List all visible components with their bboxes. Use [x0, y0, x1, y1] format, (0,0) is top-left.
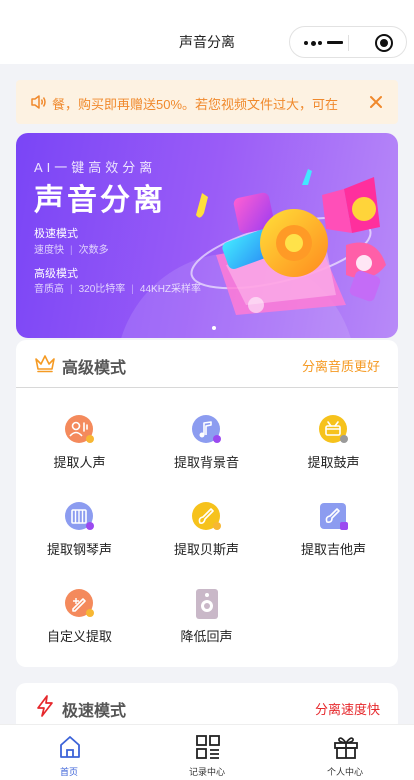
feature-custom-extract[interactable]: 自定义提取 — [16, 588, 143, 648]
lightning-icon — [37, 695, 53, 717]
banner-title: 声音分离 — [34, 184, 166, 217]
feature-extract-bass[interactable]: 提取贝斯声 — [143, 501, 270, 561]
gift-icon — [334, 737, 358, 759]
mode1-feature: 次数多 — [78, 245, 109, 256]
capsule-divider — [348, 35, 349, 51]
speaker-icon — [196, 589, 218, 619]
minimize-icon[interactable] — [327, 41, 343, 44]
grid-list-icon — [196, 735, 220, 759]
feature-label: 提取鼓声 — [307, 455, 360, 470]
banner-mode1-title: 极速模式 — [34, 228, 78, 240]
tab-label: 首页 — [59, 767, 78, 777]
tab-label: 记录中心 — [188, 767, 225, 777]
nav-bar: 声音分离 — [0, 0, 414, 64]
close-icon[interactable] — [366, 92, 386, 112]
fast-mode-tagline: 分离速度快 — [314, 702, 380, 717]
advanced-mode-card: 高级模式 分离音质更好 提取人声 提取背景音 提取鼓声 提取钢琴声 提取贝斯声 … — [16, 340, 398, 667]
more-icon[interactable] — [304, 40, 322, 46]
music-illustration — [190, 169, 386, 315]
feature-label: 提取人声 — [53, 455, 106, 470]
feature-label: 提取钢琴声 — [46, 542, 112, 557]
tab-records[interactable]: 记录中心 — [138, 725, 276, 780]
close-miniapp-icon[interactable] — [375, 34, 393, 52]
feature-extract-guitar[interactable]: 提取吉他声 — [270, 501, 397, 561]
mode1-feature: 速度快 — [34, 245, 64, 256]
mode2-feature: 320比特率 — [78, 284, 126, 295]
banner-pager-dot — [212, 326, 216, 330]
mode2-feature: 音质高 — [34, 284, 64, 295]
piano-icon — [65, 502, 94, 530]
fast-mode-title: 极速模式 — [62, 703, 127, 720]
feature-label: 提取吉他声 — [300, 542, 366, 557]
advanced-mode-tagline: 分离音质更好 — [301, 359, 380, 374]
feature-label: 自定义提取 — [46, 629, 112, 644]
speaker-icon — [31, 95, 46, 109]
notice-text: 餐，购买即再赠送50%。若您视频文件过大，可在 — [52, 97, 339, 112]
crown-icon — [35, 355, 55, 373]
banner-mode1-desc: 速度快 | 次数多 — [34, 245, 109, 256]
feature-label: 提取背景音 — [173, 455, 239, 470]
feature-label: 提取贝斯声 — [173, 542, 239, 557]
advanced-mode-title: 高级模式 — [62, 360, 127, 377]
advanced-mode-header: 高级模式 分离音质更好 — [16, 340, 398, 387]
section-divider — [16, 387, 398, 388]
feature-extract-vocals[interactable]: 提取人声 — [16, 414, 143, 474]
feature-reduce-echo[interactable]: 降低回声 — [143, 588, 270, 648]
fast-mode-header: 极速模式 分离速度快 — [16, 683, 398, 730]
banner-subtitle: AI一键高效分离 — [34, 160, 157, 175]
feature-label: 降低回声 — [180, 629, 233, 644]
tab-profile[interactable]: 个人中心 — [276, 725, 414, 780]
custom-icon — [65, 589, 94, 617]
feature-extract-drums[interactable]: 提取鼓声 — [270, 414, 397, 474]
tab-label: 个人中心 — [326, 767, 363, 777]
promo-banner[interactable]: AI一键高效分离 声音分离 极速模式 速度快 | 次数多 高级模式 音质高 | 320比… — [16, 133, 398, 338]
banner-mode2-title: 高级模式 — [34, 268, 78, 280]
feature-extract-piano[interactable]: 提取钢琴声 — [16, 501, 143, 561]
tab-home[interactable]: 首页 — [0, 725, 138, 780]
miniapp-capsule — [289, 26, 407, 58]
feature-extract-background[interactable]: 提取背景音 — [143, 414, 270, 474]
home-icon — [60, 736, 80, 758]
vocal-icon — [65, 415, 94, 443]
bottom-tab-bar: 首页 记录中心 个人中心 — [0, 724, 414, 780]
bass-icon — [192, 502, 221, 530]
guitar-icon — [320, 503, 348, 530]
music-note-icon — [192, 415, 221, 443]
drum-icon — [319, 415, 348, 443]
notice-bar: 餐，购买即再赠送50%。若您视频文件过大，可在 — [16, 80, 398, 124]
